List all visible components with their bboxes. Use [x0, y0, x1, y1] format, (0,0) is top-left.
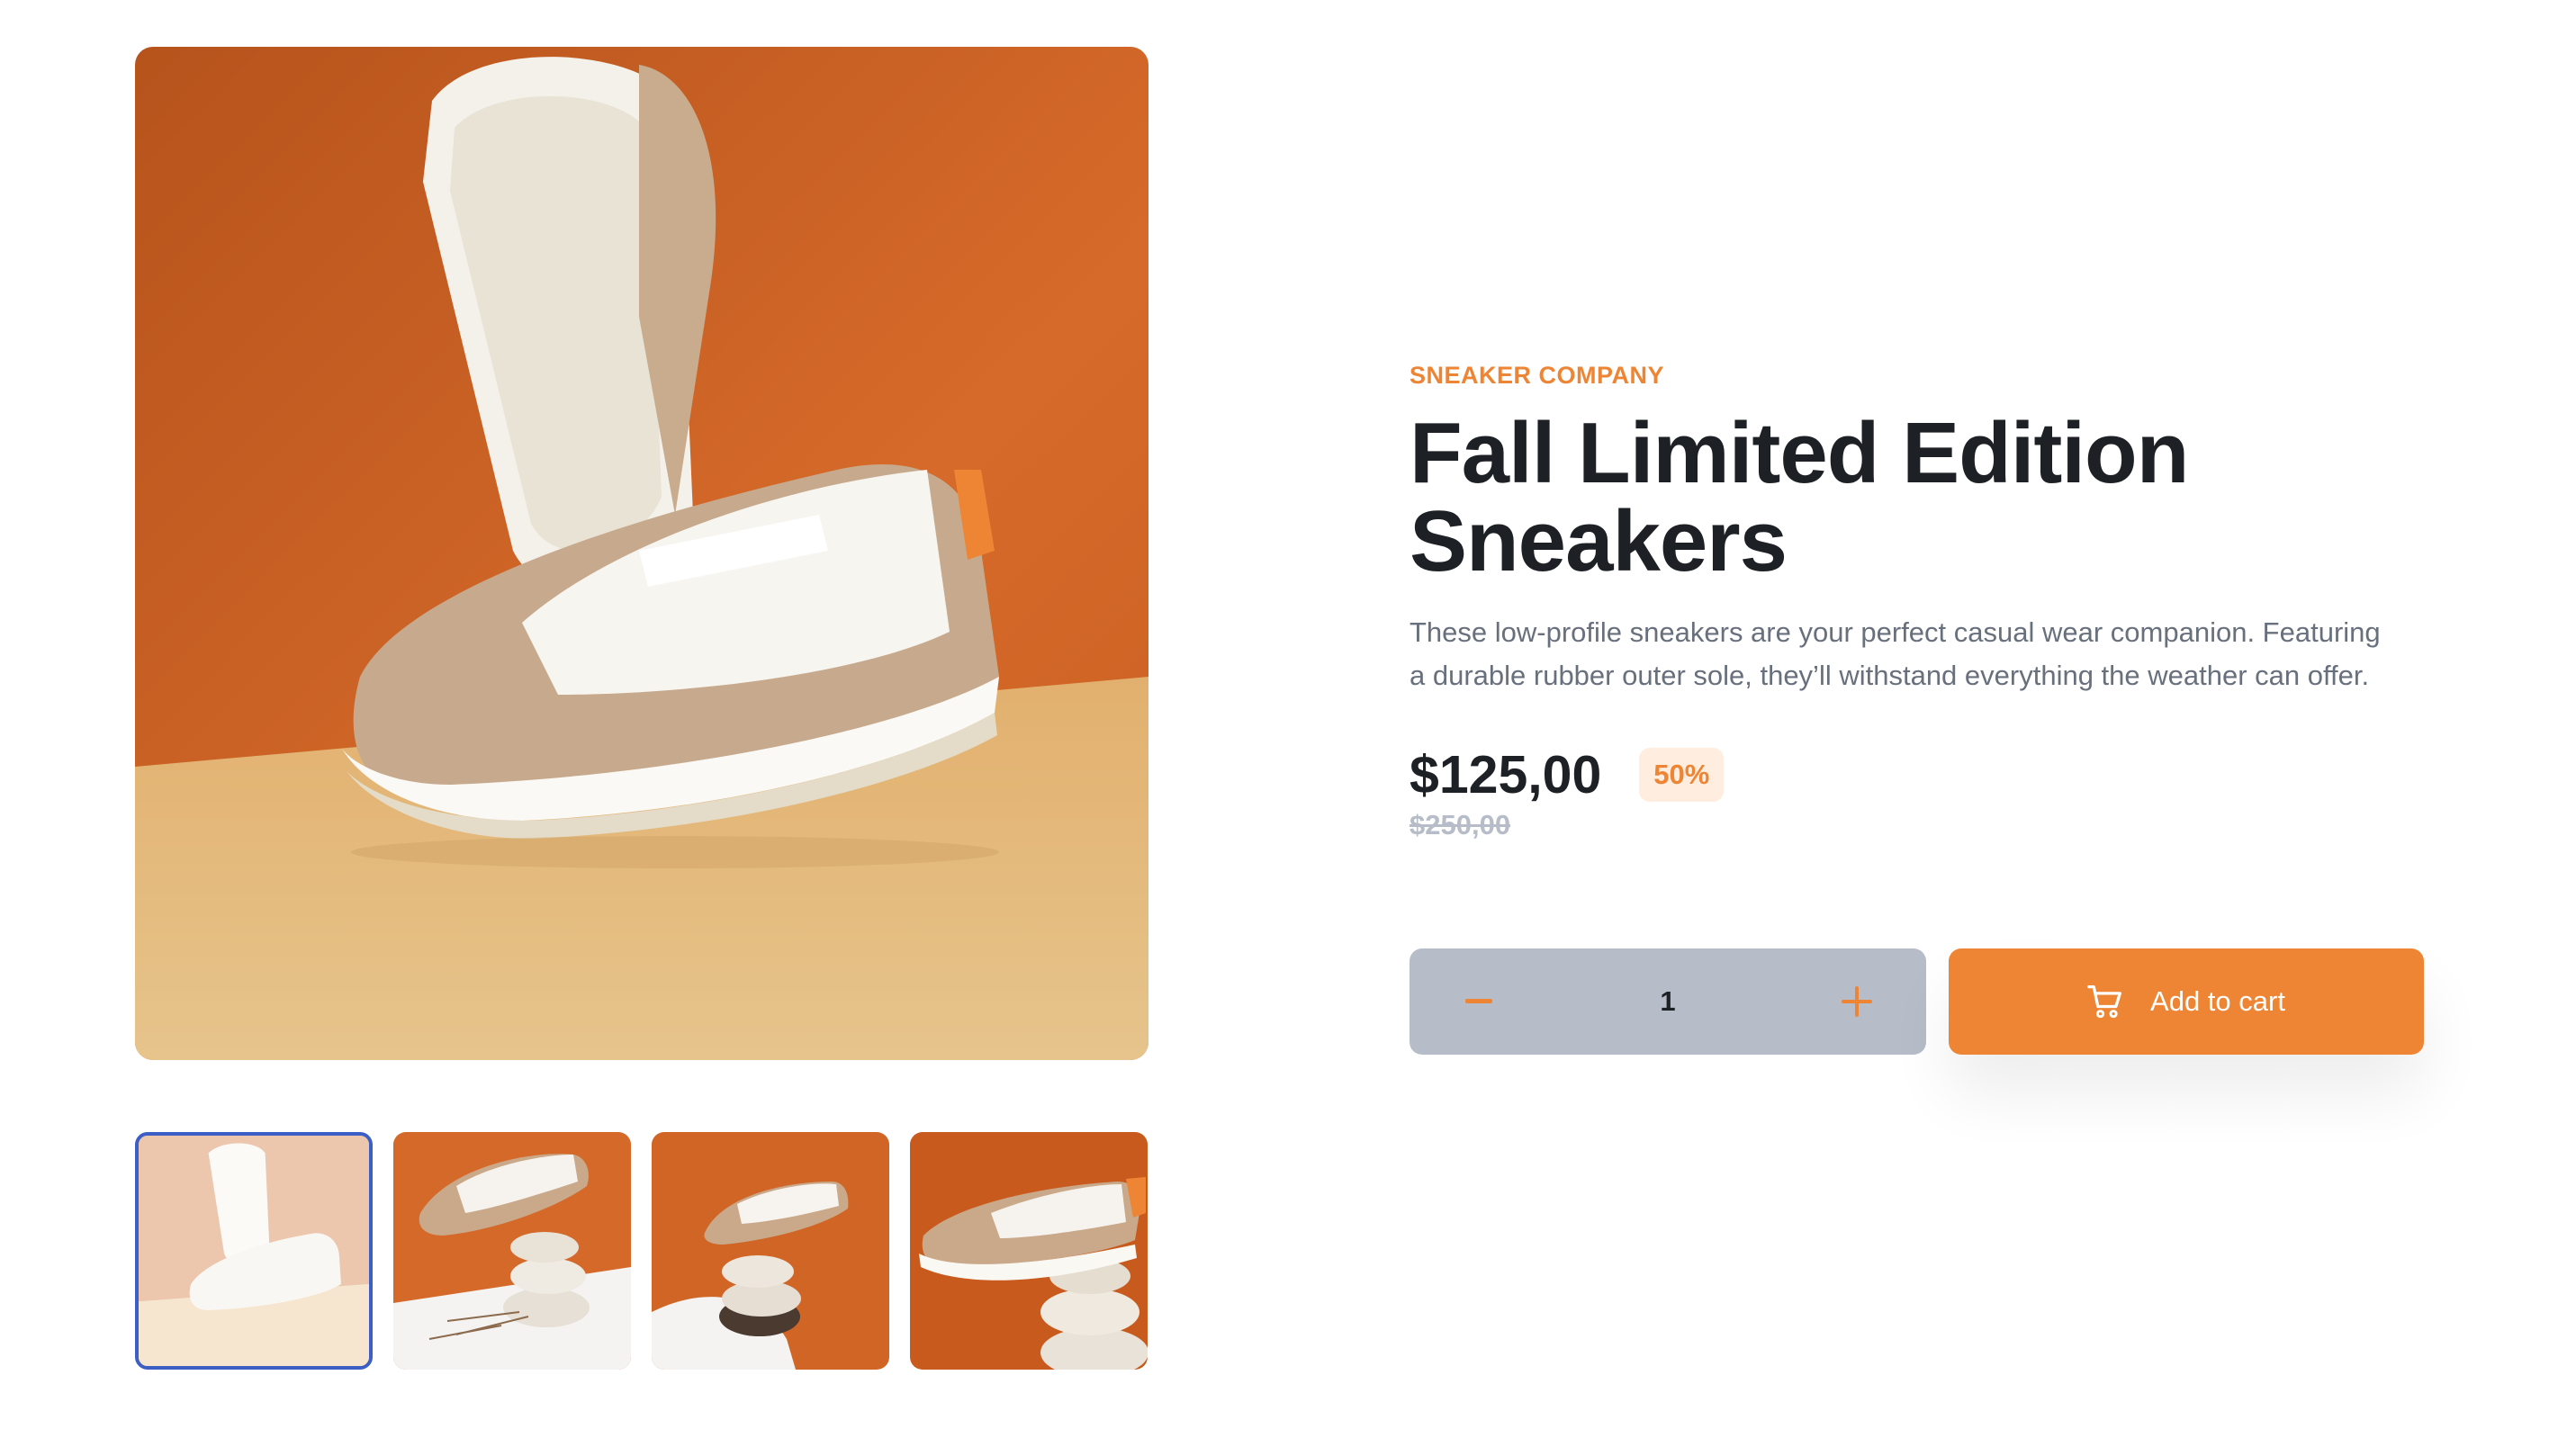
original-price: $250,00 — [1410, 809, 1511, 840]
price-row: $125,00 50% — [1410, 744, 2427, 805]
current-price: $125,00 — [1410, 745, 1602, 804]
product-info: Sneaker Company Fall Limited Edition Sne… — [1410, 362, 2427, 841]
thumbnail-4[interactable] — [910, 1132, 1148, 1370]
add-to-cart-label: Add to cart — [2150, 985, 2285, 1017]
minus-icon — [1465, 999, 1492, 1003]
company-name: Sneaker Company — [1410, 362, 1665, 389]
cart-icon — [2087, 985, 2122, 1019]
purchase-actions: 1 Add to cart — [1410, 948, 2424, 1055]
thumbnail-2-image — [393, 1132, 631, 1370]
thumbnail-3[interactable] — [652, 1132, 889, 1370]
decrease-quantity-button[interactable] — [1453, 975, 1505, 1028]
product-page: Sneaker Company Fall Limited Edition Sne… — [0, 0, 2567, 1456]
increase-quantity-button[interactable] — [1831, 975, 1883, 1028]
thumbnail-4-image — [910, 1132, 1148, 1370]
plus-icon — [1842, 986, 1872, 1017]
thumbnail-2[interactable] — [393, 1132, 631, 1370]
thumbnail-1[interactable] — [135, 1132, 373, 1370]
sneaker-photo — [135, 47, 1148, 1060]
quantity-value: 1 — [1660, 985, 1676, 1017]
product-title: Fall Limited Edition Sneakers — [1410, 405, 2189, 589]
quantity-stepper: 1 — [1410, 948, 1926, 1055]
product-description: These low-profile sneakers are your perf… — [1410, 616, 2381, 691]
main-product-image[interactable] — [135, 47, 1148, 1060]
thumbnail-strip — [135, 1132, 1148, 1370]
thumbnail-1-image — [139, 1136, 369, 1366]
thumbnail-3-image — [652, 1132, 889, 1370]
add-to-cart-button[interactable]: Add to cart — [1949, 948, 2424, 1055]
discount-badge: 50% — [1639, 748, 1725, 802]
